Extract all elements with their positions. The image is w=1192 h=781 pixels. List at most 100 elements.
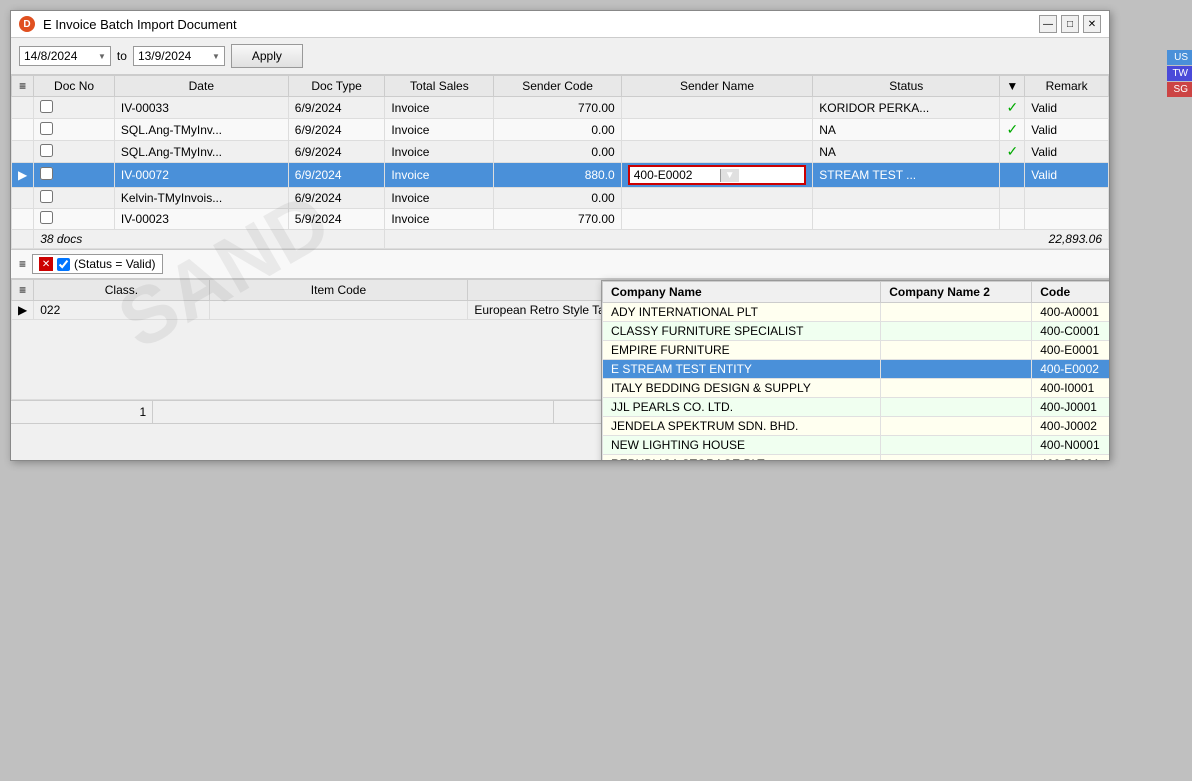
row-checkbox[interactable] bbox=[40, 100, 53, 113]
date-to-arrow[interactable]: ▼ bbox=[212, 52, 220, 61]
dropdown-company: JJL PEARLS CO. LTD. bbox=[603, 398, 881, 417]
dropdown-row[interactable]: NEW LIGHTING HOUSE 400-N0001 ---- bbox=[603, 436, 1110, 455]
dropdown-row[interactable]: JENDELA SPEKTRUM SDN. BHD. 400-J0002 ---… bbox=[603, 417, 1110, 436]
right-sidebar: US TW SG bbox=[1167, 50, 1192, 97]
totalsales-cell: 0.00 bbox=[494, 141, 621, 163]
col-totalsales-header: Total Sales bbox=[385, 76, 494, 97]
dropdown-header-row: Company Name Company Name 2 Code urrenc bbox=[603, 282, 1110, 303]
sender-code-dropdown[interactable]: ▼ bbox=[628, 165, 807, 185]
items-class: 022 bbox=[34, 301, 209, 320]
row-checkbox[interactable] bbox=[40, 144, 53, 157]
dropdown-row[interactable]: ADY INTERNATIONAL PLT 400-A0001 ---- bbox=[603, 303, 1110, 322]
row-checkbox[interactable] bbox=[40, 211, 53, 224]
date-from-input[interactable] bbox=[24, 49, 94, 63]
dropdown-company2 bbox=[881, 360, 1032, 379]
sidebar-item-sg[interactable]: SG bbox=[1167, 82, 1192, 97]
remark-cell bbox=[1025, 188, 1109, 209]
dropdown-company: JENDELA SPEKTRUM SDN. BHD. bbox=[603, 417, 881, 436]
items-row-arrow: ▶ bbox=[12, 301, 34, 320]
date-cell: 5/9/2024 bbox=[288, 209, 385, 230]
col-filter-header[interactable]: ▼ bbox=[1000, 76, 1025, 97]
close-button[interactable]: ✕ bbox=[1083, 15, 1101, 33]
title-bar-left: D E Invoice Batch Import Document bbox=[19, 16, 237, 32]
date-to-input[interactable] bbox=[138, 49, 208, 63]
date-cell: 6/9/2024 bbox=[288, 163, 385, 188]
dropdown-company2 bbox=[881, 398, 1032, 417]
sendername-cell bbox=[813, 188, 1000, 209]
totalsales-cell: 770.00 bbox=[494, 97, 621, 119]
row-checkbox[interactable] bbox=[40, 190, 53, 203]
sidebar-item-us[interactable]: US bbox=[1167, 50, 1192, 65]
items-col-itemcode: Item Code bbox=[209, 280, 468, 301]
dropdown-code: 400-E0002 bbox=[1032, 360, 1109, 379]
title-bar: D E Invoice Batch Import Document — □ ✕ bbox=[11, 11, 1109, 38]
sendername-cell: KORIDOR PERKA... bbox=[813, 97, 1000, 119]
sendercode-cell bbox=[621, 97, 813, 119]
items-itemcode bbox=[209, 301, 468, 320]
row-indicator bbox=[12, 209, 34, 230]
sendercode-cell bbox=[621, 119, 813, 141]
dropdown-company: REPUBLICA STORAGE PLT bbox=[603, 455, 881, 461]
dropdown-company: EMPIRE FURNITURE bbox=[603, 341, 881, 360]
dropdown-company: E STREAM TEST ENTITY bbox=[603, 360, 881, 379]
col-remark-header: Remark bbox=[1025, 76, 1109, 97]
total-col2 bbox=[153, 401, 553, 423]
dropdown-code: 400-J0001 bbox=[1032, 398, 1109, 417]
dropdown-company2 bbox=[881, 436, 1032, 455]
window-title: E Invoice Batch Import Document bbox=[43, 17, 237, 32]
status-cell: ✓ bbox=[1000, 141, 1025, 163]
status-cell: ✓ bbox=[1000, 119, 1025, 141]
sender-code-input[interactable] bbox=[630, 167, 720, 183]
sendername-cell: NA bbox=[813, 141, 1000, 163]
main-window: D E Invoice Batch Import Document — □ ✕ … bbox=[10, 10, 1110, 461]
table-row[interactable]: Kelvin-TMyInvois... 6/9/2024 Invoice 0.0… bbox=[12, 188, 1109, 209]
dropdown-col-company2: Company Name 2 bbox=[881, 282, 1032, 303]
dropdown-row[interactable]: ITALY BEDDING DESIGN & SUPPLY 400-I0001 … bbox=[603, 379, 1110, 398]
filter-remove-button[interactable]: ✕ bbox=[39, 257, 53, 271]
dropdown-company: CLASSY FURNITURE SPECIALIST bbox=[603, 322, 881, 341]
table-row[interactable]: IV-00023 5/9/2024 Invoice 770.00 bbox=[12, 209, 1109, 230]
window-controls: — □ ✕ bbox=[1039, 15, 1101, 33]
row-checkbox[interactable] bbox=[40, 167, 53, 180]
dropdown-row[interactable]: EMPIRE FURNITURE 400-E0001 ---- bbox=[603, 341, 1110, 360]
date-cell: 6/9/2024 bbox=[288, 119, 385, 141]
dropdown-row[interactable]: JJL PEARLS CO. LTD. 400-J0001 TWD bbox=[603, 398, 1110, 417]
status-cell: ✓ bbox=[1000, 97, 1025, 119]
dropdown-code: 400-C0001 bbox=[1032, 322, 1109, 341]
docno-cell: SQL.Ang-TMyInv... bbox=[114, 141, 288, 163]
sendername-cell: NA bbox=[813, 119, 1000, 141]
row-checkbox[interactable] bbox=[40, 122, 53, 135]
dropdown-row[interactable]: CLASSY FURNITURE SPECIALIST 400-C0001 SG… bbox=[603, 322, 1110, 341]
totalsales-cell: 0.00 bbox=[494, 119, 621, 141]
docno-cell: SQL.Ang-TMyInv... bbox=[114, 119, 288, 141]
dropdown-company2 bbox=[881, 455, 1032, 461]
docno-cell: IV-00072 bbox=[114, 163, 288, 188]
table-row[interactable]: IV-00033 6/9/2024 Invoice 770.00 KORIDOR… bbox=[12, 97, 1109, 119]
sender-dropdown-button[interactable]: ▼ bbox=[720, 169, 739, 182]
table-row[interactable]: SQL.Ang-TMyInv... 6/9/2024 Invoice 0.00 … bbox=[12, 119, 1109, 141]
filter-checkbox[interactable] bbox=[57, 258, 70, 271]
dropdown-code: 400-E0001 bbox=[1032, 341, 1109, 360]
minimize-button[interactable]: — bbox=[1039, 15, 1057, 33]
docno-cell: IV-00033 bbox=[114, 97, 288, 119]
dropdown-code: 400-J0002 bbox=[1032, 417, 1109, 436]
sidebar-item-tw[interactable]: TW bbox=[1167, 66, 1192, 81]
col-doctype-header: Doc Type bbox=[288, 76, 385, 97]
dropdown-row[interactable]: REPUBLICA STORAGE PLT 400-R0001 ---- bbox=[603, 455, 1110, 461]
col-sendercode-header: Sender Code bbox=[494, 76, 621, 97]
filter-tag: ✕ (Status = Valid) bbox=[32, 254, 162, 274]
row-indicator bbox=[12, 119, 34, 141]
apply-button[interactable]: Apply bbox=[231, 44, 303, 68]
table-row[interactable]: SQL.Ang-TMyInv... 6/9/2024 Invoice 0.00 … bbox=[12, 141, 1109, 163]
status-icon: ✓ bbox=[1006, 121, 1018, 137]
date-from-arrow[interactable]: ▼ bbox=[98, 52, 106, 61]
dropdown-code: 400-N0001 bbox=[1032, 436, 1109, 455]
sender-code-dropdown-popup: Company Name Company Name 2 Code urrenc … bbox=[601, 280, 1109, 460]
dropdown-company2 bbox=[881, 303, 1032, 322]
table-row-selected[interactable]: ▶ IV-00072 6/9/2024 Invoice 880.0 ▼ STRE… bbox=[12, 163, 1109, 188]
dropdown-row-selected[interactable]: E STREAM TEST ENTITY 400-E0002 ---- bbox=[603, 360, 1110, 379]
maximize-button[interactable]: □ bbox=[1061, 15, 1079, 33]
dropdown-company: ADY INTERNATIONAL PLT bbox=[603, 303, 881, 322]
dropdown-company2 bbox=[881, 322, 1032, 341]
docno-cell: Kelvin-TMyInvois... bbox=[114, 188, 288, 209]
